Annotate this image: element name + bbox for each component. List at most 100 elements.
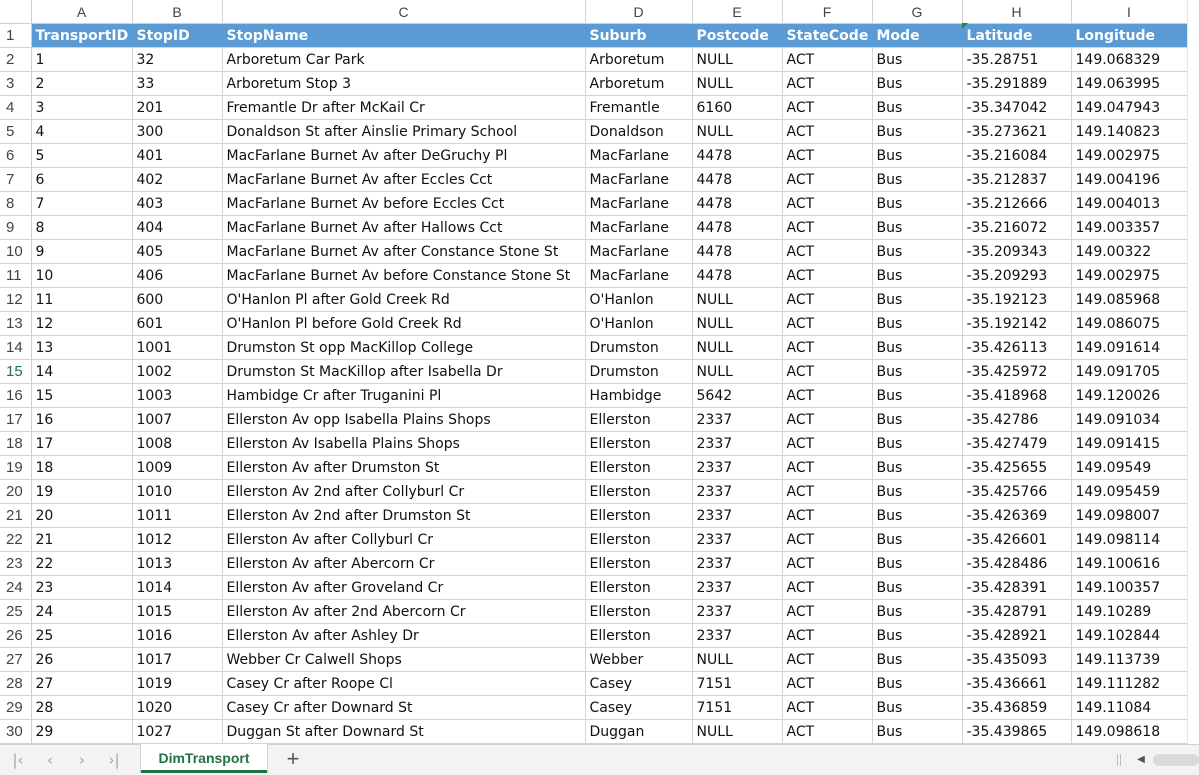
- cell-suburb[interactable]: Duggan: [585, 719, 693, 744]
- cell-statecode[interactable]: ACT: [782, 647, 873, 672]
- cell-longitude[interactable]: 149.086075: [1071, 311, 1188, 336]
- cell-stopid[interactable]: 1020: [132, 695, 223, 720]
- cell-suburb[interactable]: Ellerston: [585, 407, 693, 432]
- cell-mode[interactable]: Bus: [872, 71, 963, 96]
- cell-longitude[interactable]: 149.085968: [1071, 287, 1188, 312]
- cell-suburb[interactable]: MacFarlane: [585, 143, 693, 168]
- cell-longitude[interactable]: 149.004196: [1071, 167, 1188, 192]
- cell-latitude[interactable]: -35.435093: [962, 647, 1072, 672]
- cell-stopid[interactable]: 402: [132, 167, 223, 192]
- cell-stopname[interactable]: Casey Cr after Roope Cl: [222, 671, 586, 696]
- cell-postcode[interactable]: NULL: [692, 359, 783, 384]
- cell-statecode[interactable]: ACT: [782, 407, 873, 432]
- cell-suburb[interactable]: MacFarlane: [585, 167, 693, 192]
- row-header[interactable]: 29: [0, 695, 32, 720]
- cell-longitude[interactable]: 149.100357: [1071, 575, 1188, 600]
- row-header[interactable]: 17: [0, 407, 32, 432]
- cell-stopid[interactable]: 1012: [132, 527, 223, 552]
- cell-transportid[interactable]: 15: [31, 383, 133, 408]
- row-header[interactable]: 13: [0, 311, 32, 336]
- cell-postcode[interactable]: 6160: [692, 95, 783, 120]
- cell-statecode[interactable]: ACT: [782, 551, 873, 576]
- cell-longitude[interactable]: 149.091614: [1071, 335, 1188, 360]
- cell-statecode[interactable]: ACT: [782, 263, 873, 288]
- cell-mode[interactable]: Bus: [872, 287, 963, 312]
- cell-stopname[interactable]: Fremantle Dr after McKail Cr: [222, 95, 586, 120]
- spreadsheet-grid[interactable]: A B C D E F G H I 1 TransportID StopID S…: [0, 0, 1199, 744]
- cell-suburb[interactable]: Donaldson: [585, 119, 693, 144]
- cell-postcode[interactable]: 5642: [692, 383, 783, 408]
- column-header-i[interactable]: I: [1071, 0, 1188, 24]
- cell-postcode[interactable]: 2337: [692, 551, 783, 576]
- cell-postcode[interactable]: 2337: [692, 503, 783, 528]
- cell-mode[interactable]: Bus: [872, 695, 963, 720]
- cell-latitude[interactable]: -35.425655: [962, 455, 1072, 480]
- select-all-corner[interactable]: [0, 0, 32, 24]
- cell-latitude[interactable]: -35.273621: [962, 119, 1072, 144]
- first-sheet-icon[interactable]: |‹: [10, 751, 26, 769]
- cell-stopname[interactable]: Ellerston Av 2nd after Collyburl Cr: [222, 479, 586, 504]
- cell-postcode[interactable]: NULL: [692, 119, 783, 144]
- cell-statecode[interactable]: ACT: [782, 239, 873, 264]
- cell-statecode[interactable]: ACT: [782, 359, 873, 384]
- cell-transportid[interactable]: 2: [31, 71, 133, 96]
- row-header[interactable]: 3: [0, 71, 32, 96]
- cell-postcode[interactable]: 2337: [692, 623, 783, 648]
- cell-statecode[interactable]: ACT: [782, 383, 873, 408]
- cell-mode[interactable]: Bus: [872, 551, 963, 576]
- row-header[interactable]: 18: [0, 431, 32, 456]
- cell-statecode[interactable]: ACT: [782, 503, 873, 528]
- column-header-d[interactable]: D: [585, 0, 693, 24]
- header-cell-longitude[interactable]: Longitude: [1071, 23, 1188, 48]
- header-cell-transportid[interactable]: TransportID: [31, 23, 133, 48]
- cell-transportid[interactable]: 7: [31, 191, 133, 216]
- cell-transportid[interactable]: 17: [31, 431, 133, 456]
- cell-mode[interactable]: Bus: [872, 575, 963, 600]
- cell-mode[interactable]: Bus: [872, 671, 963, 696]
- cell-transportid[interactable]: 28: [31, 695, 133, 720]
- cell-suburb[interactable]: Ellerston: [585, 503, 693, 528]
- cell-mode[interactable]: Bus: [872, 359, 963, 384]
- cell-suburb[interactable]: Ellerston: [585, 479, 693, 504]
- cell-latitude[interactable]: -35.428791: [962, 599, 1072, 624]
- cell-transportid[interactable]: 26: [31, 647, 133, 672]
- row-header[interactable]: 7: [0, 167, 32, 192]
- row-header[interactable]: 21: [0, 503, 32, 528]
- row-header[interactable]: 9: [0, 215, 32, 240]
- cell-statecode[interactable]: ACT: [782, 143, 873, 168]
- cell-statecode[interactable]: ACT: [782, 719, 873, 744]
- scroll-left-icon[interactable]: ◀: [1135, 753, 1147, 767]
- row-header[interactable]: 2: [0, 47, 32, 72]
- cell-stopid[interactable]: 1011: [132, 503, 223, 528]
- cell-transportid[interactable]: 19: [31, 479, 133, 504]
- row-header[interactable]: 14: [0, 335, 32, 360]
- sheet-tab-dimtransport[interactable]: DimTransport: [141, 744, 267, 773]
- header-cell-stopid[interactable]: StopID: [132, 23, 223, 48]
- cell-postcode[interactable]: 4478: [692, 263, 783, 288]
- cell-statecode[interactable]: ACT: [782, 311, 873, 336]
- cell-statecode[interactable]: ACT: [782, 191, 873, 216]
- cell-mode[interactable]: Bus: [872, 623, 963, 648]
- cell-mode[interactable]: Bus: [872, 383, 963, 408]
- cell-suburb[interactable]: Ellerston: [585, 527, 693, 552]
- cell-latitude[interactable]: -35.418968: [962, 383, 1072, 408]
- scroll-thumb[interactable]: [1153, 754, 1199, 766]
- cell-statecode[interactable]: ACT: [782, 527, 873, 552]
- cell-mode[interactable]: Bus: [872, 215, 963, 240]
- cell-latitude[interactable]: -35.425766: [962, 479, 1072, 504]
- row-header[interactable]: 6: [0, 143, 32, 168]
- cell-statecode[interactable]: ACT: [782, 47, 873, 72]
- cell-stopname[interactable]: Casey Cr after Downard St: [222, 695, 586, 720]
- cell-longitude[interactable]: 149.091034: [1071, 407, 1188, 432]
- column-header-h[interactable]: H: [962, 0, 1072, 24]
- cell-stopid[interactable]: 403: [132, 191, 223, 216]
- cell-transportid[interactable]: 21: [31, 527, 133, 552]
- cell-postcode[interactable]: 7151: [692, 671, 783, 696]
- cell-transportid[interactable]: 13: [31, 335, 133, 360]
- add-sheet-button[interactable]: +: [283, 747, 303, 771]
- cell-longitude[interactable]: 149.113739: [1071, 647, 1188, 672]
- cell-stopid[interactable]: 401: [132, 143, 223, 168]
- cell-stopid[interactable]: 1015: [132, 599, 223, 624]
- cell-postcode[interactable]: NULL: [692, 647, 783, 672]
- cell-mode[interactable]: Bus: [872, 239, 963, 264]
